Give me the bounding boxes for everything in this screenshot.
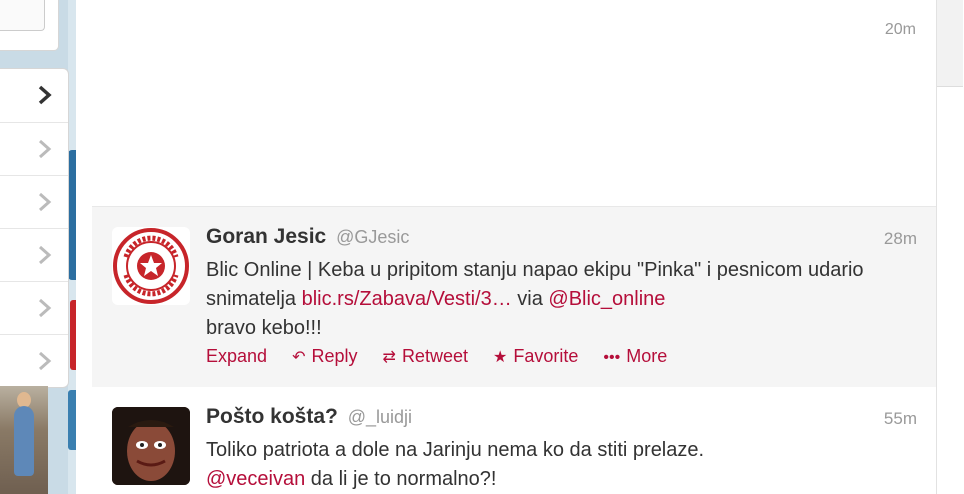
tweet-text-segment: bravo kebo!!!: [206, 317, 322, 339]
favorite-label: Favorite: [513, 346, 579, 366]
user-name[interactable]: Goran Jesic: [206, 225, 326, 248]
nav-item[interactable]: [0, 335, 68, 387]
timeline: 20m Goran Jesic @GJesic 28m Blic Online …: [76, 0, 936, 494]
retweet-icon: ⇄: [382, 349, 396, 366]
tweet-timestamp[interactable]: 28m: [884, 229, 917, 249]
tweet-text-segment: via: [511, 288, 549, 310]
more-label: More: [626, 346, 668, 366]
reply-button[interactable]: ↶ Reply: [292, 346, 357, 367]
seal-logo: [113, 228, 189, 304]
chevron-right-icon: [36, 192, 54, 212]
left-nav-panel: [0, 68, 69, 388]
scrollbar[interactable]: [936, 0, 964, 494]
tweet-text: Blic Online | Keba u pripitom stanju nap…: [206, 256, 916, 343]
tweet-text: Toliko patriota a dole na Jarinju nema k…: [206, 436, 916, 494]
expand-label: Expand: [206, 346, 268, 366]
chevron-right-icon: [36, 245, 54, 265]
tweet-header: Goran Jesic @GJesic: [206, 225, 409, 249]
more-dots-icon: •••: [603, 349, 621, 366]
nav-item[interactable]: [0, 229, 68, 282]
tweet-item[interactable]: Pošto košta? @_luidji 55m Toliko patriot…: [92, 387, 936, 494]
nav-item[interactable]: [0, 69, 68, 123]
tweet-item[interactable]: Goran Jesic @GJesic 28m Blic Online | Ke…: [92, 206, 936, 388]
search-box[interactable]: [0, 0, 45, 31]
tweet-actions: Expand ↶ Reply ⇄ Retweet ★ Favorite ••• More: [206, 346, 687, 367]
chevron-right-icon: [36, 298, 54, 318]
tweet-item[interactable]: 20m: [76, 0, 936, 198]
tweet-timestamp[interactable]: 20m: [885, 21, 916, 39]
scrollbar-thumb[interactable]: [937, 0, 963, 87]
left-top-panel: [0, 0, 59, 51]
chevron-right-icon: [36, 351, 54, 371]
reply-label: Reply: [311, 346, 358, 366]
user-name[interactable]: Pošto košta?: [206, 405, 338, 428]
star-icon: ★: [493, 349, 508, 366]
chevron-right-icon: [36, 85, 54, 105]
tweet-link[interactable]: blic.rs/Zabava/Vesti/3…: [302, 288, 512, 310]
face-photo: [112, 407, 190, 485]
nav-item[interactable]: [0, 123, 68, 176]
photo-thumbnail[interactable]: [0, 386, 48, 494]
more-button[interactable]: ••• More: [603, 346, 667, 367]
tweet-text-segment: da li je to normalno?!: [305, 468, 497, 490]
avatar[interactable]: [112, 227, 190, 305]
chevron-right-icon: [36, 139, 54, 159]
photo-figure: [14, 406, 34, 476]
retweet-label: Retweet: [401, 346, 468, 366]
tweet-text-segment: Toliko patriota a dole na Jarinju nema k…: [206, 439, 705, 461]
user-handle[interactable]: @_luidji: [348, 407, 412, 427]
retweet-button[interactable]: ⇄ Retweet: [383, 346, 468, 367]
favorite-button[interactable]: ★ Favorite: [493, 346, 578, 367]
mention-link[interactable]: @Blic_online: [548, 288, 665, 310]
user-handle[interactable]: @GJesic: [336, 227, 409, 247]
mention-link[interactable]: @veceivan: [206, 468, 305, 490]
avatar[interactable]: [112, 407, 190, 485]
nav-item[interactable]: [0, 176, 68, 229]
expand-button[interactable]: Expand: [206, 346, 267, 367]
reply-icon: ↶: [292, 349, 306, 366]
tweet-header: Pošto košta? @_luidji: [206, 405, 412, 429]
tweet-timestamp[interactable]: 55m: [884, 409, 917, 429]
nav-item[interactable]: [0, 282, 68, 335]
